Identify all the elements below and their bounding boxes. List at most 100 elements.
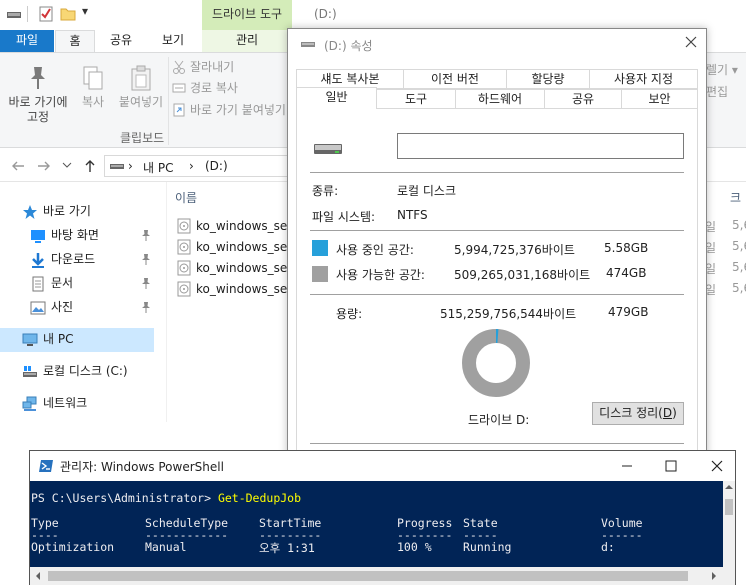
file-row[interactable]: ko_windows_serv <box>176 216 288 236</box>
forward-arrow-icon[interactable] <box>36 158 52 174</box>
scroll-up-icon[interactable] <box>725 483 733 491</box>
nav-desktop[interactable]: 바탕 화면 <box>0 224 154 248</box>
vertical-scrollbar[interactable] <box>723 481 735 585</box>
properties-check-icon[interactable] <box>38 6 54 22</box>
document-icon <box>30 276 46 292</box>
column-header-name[interactable]: 이름 <box>175 189 197 206</box>
free-space-bytes: 509,265,031,168바이트 <box>454 268 591 282</box>
nav-downloads[interactable]: 다운로드 <box>0 248 154 272</box>
file-size-fragment: 5,6 <box>732 260 746 274</box>
paste-button[interactable]: 붙여넣기 <box>114 61 168 110</box>
drive-tools-context-tab: 드라이브 도구 <box>202 0 292 30</box>
minimize-icon[interactable] <box>620 459 634 473</box>
tab-quota[interactable]: 할당량 <box>506 69 590 89</box>
copy-path-label: 경로 복사 <box>190 81 238 95</box>
nav-label: 다운로드 <box>51 252 96 266</box>
pin-label-1: 바로 가기에 <box>8 95 68 109</box>
address-box[interactable]: › 내 PC › (D:) <box>104 155 294 177</box>
tab-hardware[interactable]: 하드웨어 <box>455 89 545 109</box>
scroll-thumb[interactable] <box>48 571 688 581</box>
new-folder-icon[interactable] <box>60 6 76 22</box>
capacity-label: 용량: <box>336 307 363 321</box>
nav-label: 로컬 디스크 (C:) <box>43 364 128 378</box>
ribbon-right-fragment-edit[interactable]: 편집 <box>706 83 728 100</box>
drive-icon[interactable] <box>6 6 22 22</box>
console-command: Get-DedupJob <box>217 491 302 505</box>
tab-customize[interactable]: 사용자 지정 <box>589 69 698 89</box>
separator <box>310 172 684 173</box>
tab-view[interactable]: 보기 <box>150 30 196 52</box>
pin-icon[interactable] <box>140 301 152 313</box>
file-row[interactable]: ko_windows_serv <box>176 279 288 299</box>
pin-quick-access-button[interactable]: 바로 가기에 고정 <box>4 61 72 125</box>
breadcrumb-drive[interactable]: (D:) <box>205 159 228 173</box>
tab-share[interactable]: 공유 <box>100 30 142 52</box>
qa-separator <box>27 6 28 22</box>
separator <box>310 230 684 231</box>
nav-documents[interactable]: 문서 <box>0 272 154 296</box>
nav-quick-access[interactable]: 바로 가기 <box>0 200 154 224</box>
tab-tools[interactable]: 도구 <box>376 89 456 109</box>
nav-local-disk-c[interactable]: 로컬 디스크 (C:) <box>0 360 154 384</box>
nav-label: 사진 <box>51 300 74 314</box>
picture-icon <box>30 300 46 316</box>
breadcrumb-this-pc[interactable]: 내 PC <box>143 159 173 176</box>
tab-previous-versions[interactable]: 이전 버전 <box>403 69 507 89</box>
tab-sharing[interactable]: 공유 <box>544 89 622 109</box>
download-arrow-icon <box>30 252 46 268</box>
pin-icon <box>26 65 50 91</box>
used-space-bytes: 5,994,725,376바이트 <box>454 243 575 257</box>
pin-icon[interactable] <box>140 229 152 241</box>
dialog-title: (D:) 속성 <box>324 39 373 53</box>
scroll-right-icon[interactable] <box>710 572 718 580</box>
copy-button[interactable]: 복사 <box>76 61 110 110</box>
nav-network[interactable]: 네트워크 <box>0 392 154 416</box>
file-name: ko_windows_serv <box>196 240 288 254</box>
paste-shortcut-icon <box>172 103 186 117</box>
pin-icon[interactable] <box>140 253 152 265</box>
disc-image-file-icon <box>176 281 192 297</box>
maximize-icon[interactable] <box>664 459 678 473</box>
console-value-state: Running <box>463 540 512 554</box>
column-header-size[interactable]: 크 <box>730 189 741 206</box>
ribbon-divider <box>168 57 169 145</box>
up-arrow-icon[interactable] <box>82 158 98 174</box>
powershell-icon <box>38 458 54 474</box>
tab-general[interactable]: 일반 <box>296 87 377 110</box>
disc-image-file-icon <box>176 239 192 255</box>
recent-chevron-down-icon[interactable] <box>62 159 72 171</box>
tab-security[interactable]: 보안 <box>621 89 698 109</box>
disk-cleanup-button[interactable]: 디스크 정리(D) <box>592 402 684 425</box>
nav-label: 네트워크 <box>43 396 88 410</box>
scroll-thumb[interactable] <box>725 499 733 515</box>
close-icon[interactable] <box>710 459 724 473</box>
drive-label-input[interactable] <box>397 133 684 159</box>
ribbon-right-fragment-top[interactable]: 렐기 ▾ <box>706 61 738 78</box>
console-value-type: Optimization <box>31 540 115 554</box>
file-row[interactable]: ko_windows_serv <box>176 258 288 278</box>
close-icon[interactable] <box>684 35 698 49</box>
console-value-volume: d: <box>601 540 615 554</box>
tab-manage[interactable]: 관리 <box>202 30 292 52</box>
tab-shadow-copies[interactable]: 섀도 복사본 <box>296 69 404 89</box>
tab-home[interactable]: 홈 <box>55 30 95 53</box>
file-row[interactable]: ko_windows_serv <box>176 237 288 257</box>
tab-file[interactable]: 파일 <box>0 30 54 52</box>
pin-icon[interactable] <box>140 277 152 289</box>
console-prompt: PS C:\Users\Administrator> <box>31 491 218 505</box>
back-arrow-icon[interactable] <box>10 158 26 174</box>
horizontal-scrollbar[interactable] <box>30 567 723 585</box>
console-value-progress: 100 % <box>397 540 432 554</box>
console-value-starttime: 오후 1:31 <box>259 541 315 555</box>
paste-icon <box>129 65 153 91</box>
nav-pictures[interactable]: 사진 <box>0 296 154 320</box>
scroll-left-icon[interactable] <box>34 572 42 580</box>
nav-this-pc[interactable]: 내 PC <box>0 328 154 352</box>
qa-customize-icon[interactable]: ▾ <box>82 4 88 18</box>
star-icon <box>22 204 38 220</box>
free-space-gb: 474GB <box>606 266 647 280</box>
drive-large-icon <box>312 139 344 159</box>
paste-shortcut-label: 바로 가기 붙여넣기 <box>190 103 286 117</box>
donut-free-slice <box>462 329 530 397</box>
breadcrumb-separator: › <box>189 159 194 173</box>
